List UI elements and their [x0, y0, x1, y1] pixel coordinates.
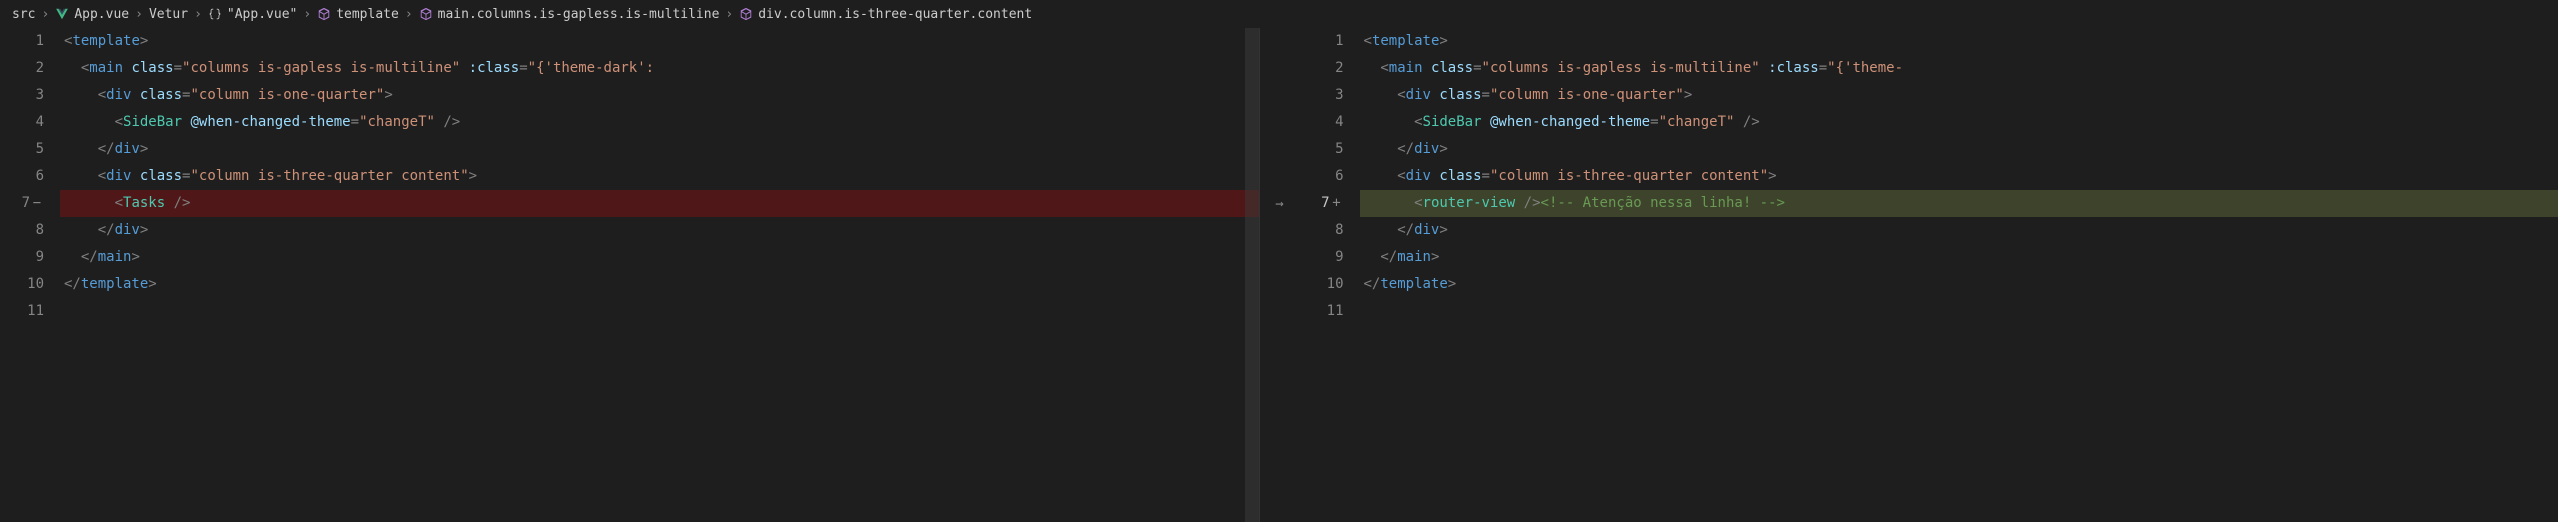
code-line[interactable]: <router-view /><!-- Atenção nessa linha!… — [1360, 190, 2558, 217]
diff-marker-icon: − — [30, 190, 44, 217]
line-number: 2 — [1300, 55, 1344, 82]
code-lines-right[interactable]: <template> <main class="columns is-gaple… — [1360, 28, 2558, 522]
code-line[interactable]: </main> — [60, 244, 1259, 271]
line-number: 9 — [1300, 244, 1344, 271]
breadcrumb-label: template — [336, 7, 399, 22]
code-line[interactable]: <Tasks /> — [60, 190, 1259, 217]
code-line[interactable]: <main class="columns is-gapless is-multi… — [1360, 55, 2558, 82]
line-number: 1 — [1300, 28, 1344, 55]
line-numbers-right: 1 2 3 4 5 6 7+8 9 10 11 — [1300, 28, 1360, 522]
code-line[interactable] — [60, 298, 1259, 325]
diff-arrow-row — [1260, 163, 1300, 190]
line-number: 5 — [0, 136, 44, 163]
code-line[interactable]: <main class="columns is-gapless is-multi… — [60, 55, 1259, 82]
line-number: 2 — [0, 55, 44, 82]
diff-arrow-row — [1260, 271, 1300, 298]
breadcrumb-item[interactable]: Vetur — [149, 7, 188, 22]
breadcrumb-label: src — [12, 7, 35, 22]
line-number: 1 — [0, 28, 44, 55]
diff-arrow-row — [1260, 109, 1300, 136]
vue-icon — [55, 7, 69, 21]
code-line[interactable]: <div class="column is-three-quarter cont… — [1360, 163, 2558, 190]
breadcrumb-label: main.columns.is-gapless.is-multiline — [438, 7, 720, 22]
line-number: 8 — [0, 217, 44, 244]
line-number: 11 — [0, 298, 44, 325]
line-number: 10 — [1300, 271, 1344, 298]
diff-arrow-row — [1260, 28, 1300, 55]
code-line[interactable]: <template> — [1360, 28, 2558, 55]
breadcrumb-label: App.vue — [74, 7, 129, 22]
chevron-right-icon: › — [135, 7, 143, 22]
code-line[interactable]: </div> — [60, 136, 1259, 163]
code-line[interactable]: <div class="column is-one-quarter"> — [1360, 82, 2558, 109]
diff-arrow-row: → — [1260, 190, 1300, 217]
code-line[interactable]: </template> — [60, 271, 1259, 298]
breadcrumb-item[interactable]: main.columns.is-gapless.is-multiline — [419, 7, 720, 22]
code-line[interactable]: <template> — [60, 28, 1259, 55]
breadcrumb-item[interactable]: src — [12, 7, 35, 22]
code-line[interactable]: </div> — [60, 217, 1259, 244]
breadcrumb-item[interactable]: template — [317, 7, 399, 22]
diff-gutter: → — [1260, 28, 1300, 522]
cube-icon — [419, 7, 433, 21]
cube-icon — [317, 7, 331, 21]
code-line[interactable] — [1360, 298, 2558, 325]
diff-pane-original[interactable]: 1 2 3 4 5 6 7−8 9 10 11 <template> <main… — [0, 28, 1260, 522]
breadcrumb[interactable]: src › App.vue › Vetur › "App.vue" › template › mai… — [0, 0, 2558, 28]
chevron-right-icon: › — [405, 7, 413, 22]
line-number: 4 — [1300, 109, 1344, 136]
breadcrumb-item[interactable]: App.vue — [55, 7, 129, 22]
diff-arrow-row — [1260, 244, 1300, 271]
code-line[interactable]: <SideBar @when-changed-theme="changeT" /… — [1360, 109, 2558, 136]
code-line[interactable]: <SideBar @when-changed-theme="changeT" /… — [60, 109, 1259, 136]
line-number: 4 — [0, 109, 44, 136]
breadcrumb-item[interactable]: "App.vue" — [208, 7, 297, 22]
breadcrumb-label: "App.vue" — [227, 7, 297, 22]
line-number: 8 — [1300, 217, 1344, 244]
code-line[interactable]: <div class="column is-three-quarter cont… — [60, 163, 1259, 190]
line-number: 5 — [1300, 136, 1344, 163]
diff-pane-modified[interactable]: 1 2 3 4 5 6 7+8 9 10 11 <template> <main… — [1300, 28, 2558, 522]
line-numbers-left: 1 2 3 4 5 6 7−8 9 10 11 — [0, 28, 60, 522]
cube-icon — [739, 7, 753, 21]
code-line[interactable]: <div class="column is-one-quarter"> — [60, 82, 1259, 109]
code-line[interactable]: </div> — [1360, 136, 2558, 163]
line-number: 3 — [1300, 82, 1344, 109]
chevron-right-icon: › — [194, 7, 202, 22]
line-number: 9 — [0, 244, 44, 271]
arrow-right-icon[interactable]: → — [1275, 196, 1283, 212]
line-number: 6 — [0, 163, 44, 190]
diff-arrow-row — [1260, 298, 1300, 325]
scrollbar[interactable] — [1245, 28, 1259, 522]
line-number: 11 — [1300, 298, 1344, 325]
diff-arrow-row — [1260, 136, 1300, 163]
diff-editor: 1 2 3 4 5 6 7−8 9 10 11 <template> <main… — [0, 28, 2558, 522]
diff-arrow-row — [1260, 82, 1300, 109]
diff-arrow-row — [1260, 217, 1300, 244]
breadcrumb-label: Vetur — [149, 7, 188, 22]
code-lines-left[interactable]: <template> <main class="columns is-gaple… — [60, 28, 1259, 522]
chevron-right-icon: › — [303, 7, 311, 22]
code-line[interactable]: </main> — [1360, 244, 2558, 271]
diff-arrow-row — [1260, 55, 1300, 82]
line-number: 7− — [0, 190, 44, 217]
line-number: 10 — [0, 271, 44, 298]
breadcrumb-label: div.column.is-three-quarter.content — [758, 7, 1032, 22]
line-number: 7+ — [1300, 190, 1344, 217]
diff-marker-icon: + — [1330, 190, 1344, 217]
code-line[interactable]: </div> — [1360, 217, 2558, 244]
line-number: 3 — [0, 82, 44, 109]
code-line[interactable]: </template> — [1360, 271, 2558, 298]
line-number: 6 — [1300, 163, 1344, 190]
chevron-right-icon: › — [725, 7, 733, 22]
chevron-right-icon: › — [41, 7, 49, 22]
breadcrumb-item[interactable]: div.column.is-three-quarter.content — [739, 7, 1032, 22]
braces-icon — [208, 7, 222, 21]
